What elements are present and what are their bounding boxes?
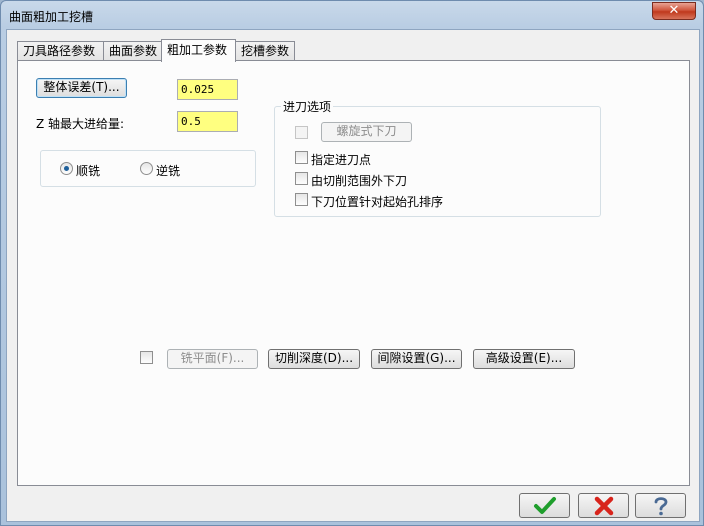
window-title: 曲面粗加工挖槽 [9,10,94,24]
face-mill-checkbox[interactable] [140,351,153,364]
entry-outside-boundary-checkbox[interactable] [295,172,308,185]
advanced-settings-button[interactable]: 高级设置(E)... [473,349,575,369]
helix-entry-button[interactable]: 螺旋式下刀 [321,122,412,142]
entry-options-title: 进刀选项 [281,98,334,115]
entry-outside-boundary-label: 由切削范围外下刀 [311,174,408,188]
tab-pocket-params[interactable]: 挖槽参数 [235,41,295,61]
cross-icon [594,496,614,516]
gap-settings-button[interactable]: 间隙设置(G)... [371,349,462,369]
tab-surface-params[interactable]: 曲面参数 [103,41,163,61]
tab-toolpath-params[interactable]: 刀具路径参数 [17,41,104,61]
sort-by-start-hole-checkbox[interactable] [295,193,308,206]
dialog-client: 刀具路径参数 曲面参数 粗加工参数 挖槽参数 整体误差(T)... 0.025 … [6,29,700,522]
question-mark-icon [654,497,668,516]
tab-panel: 整体误差(T)... 0.025 Z 轴最大进给量: 0.5 顺铣 逆铣 进刀选… [17,60,690,486]
tolerance-input[interactable]: 0.025 [177,79,238,100]
sort-by-start-hole-label: 下刀位置针对起始孔排序 [311,195,444,209]
tolerance-button[interactable]: 整体误差(T)... [36,78,127,98]
specify-entry-point-checkbox[interactable] [295,151,308,164]
ok-button[interactable] [519,493,570,518]
conventional-milling-radio[interactable] [140,162,153,175]
climb-milling-label: 顺铣 [76,164,101,178]
helix-entry-checkbox[interactable] [295,126,308,139]
cancel-button[interactable] [578,493,629,518]
specify-entry-point-label: 指定进刀点 [311,153,372,167]
close-button[interactable]: ✕ [652,2,696,20]
face-mill-button[interactable]: 铣平面(F)... [167,349,258,369]
help-button[interactable] [635,493,686,518]
checkmark-icon [534,497,556,514]
conventional-milling-label: 逆铣 [156,164,181,178]
z-step-input[interactable]: 0.5 [177,111,238,132]
tab-rough-params[interactable]: 粗加工参数 [161,39,236,62]
z-step-label: Z 轴最大进给量: [36,117,125,131]
dialog-window: 曲面粗加工挖槽 ✕ 刀具路径参数 曲面参数 粗加工参数 挖槽参数 整体误差(T)… [0,0,704,526]
climb-milling-radio[interactable] [60,162,73,175]
close-icon: ✕ [668,3,680,18]
cut-depth-button[interactable]: 切削深度(D)... [268,349,360,369]
